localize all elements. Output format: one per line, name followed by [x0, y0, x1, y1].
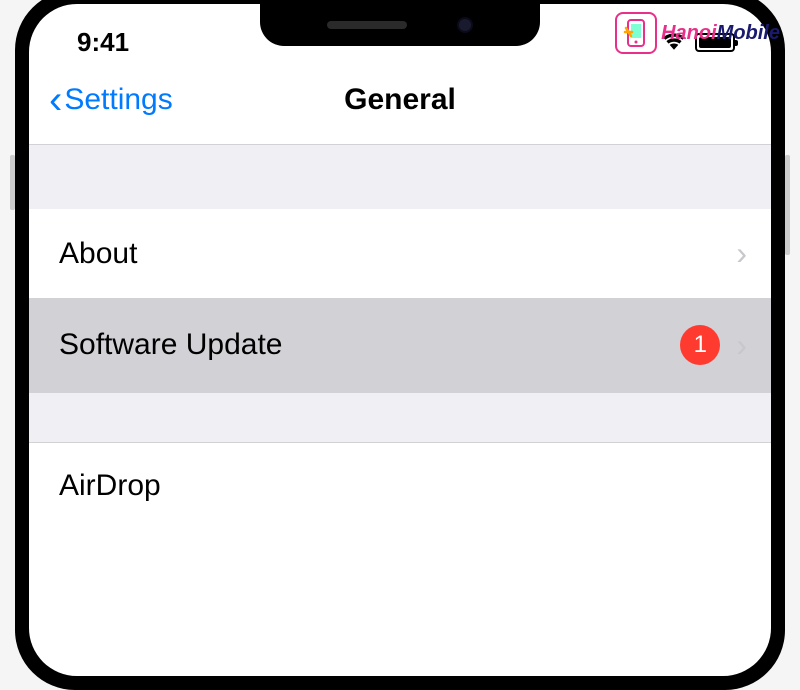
- phone-screen: 9:41: [29, 4, 771, 676]
- navigation-bar: ‹ Settings General: [29, 62, 771, 145]
- chevron-left-icon: ‹: [49, 80, 62, 120]
- section-spacer: [29, 392, 771, 442]
- airdrop-label: AirDrop: [59, 469, 161, 502]
- settings-content: About › Software Update 1 › AirDrop: [29, 145, 771, 503]
- status-time: 9:41: [77, 27, 129, 58]
- back-label: Settings: [64, 83, 172, 117]
- notification-badge: 1: [680, 325, 720, 365]
- chevron-right-icon: ›: [736, 235, 747, 272]
- phone-notch: [260, 4, 540, 46]
- page-title: General: [344, 83, 456, 117]
- watermark-text: HanoiMobile: [661, 22, 780, 45]
- speaker-grille: [327, 21, 407, 29]
- watermark-phone-icon: [615, 12, 657, 54]
- back-button[interactable]: ‹ Settings: [49, 80, 173, 120]
- software-update-row[interactable]: Software Update 1 ›: [29, 299, 771, 392]
- airdrop-row[interactable]: AirDrop: [29, 442, 771, 503]
- section-spacer: [29, 145, 771, 209]
- chevron-right-icon: ›: [736, 327, 747, 364]
- software-update-label: Software Update: [59, 328, 282, 362]
- about-label: About: [59, 237, 137, 271]
- about-row[interactable]: About ›: [29, 209, 771, 299]
- phone-frame: 9:41: [15, 0, 785, 690]
- watermark-logo: HanoiMobile: [615, 12, 780, 54]
- front-camera: [457, 17, 473, 33]
- phone-side-button: [785, 155, 790, 255]
